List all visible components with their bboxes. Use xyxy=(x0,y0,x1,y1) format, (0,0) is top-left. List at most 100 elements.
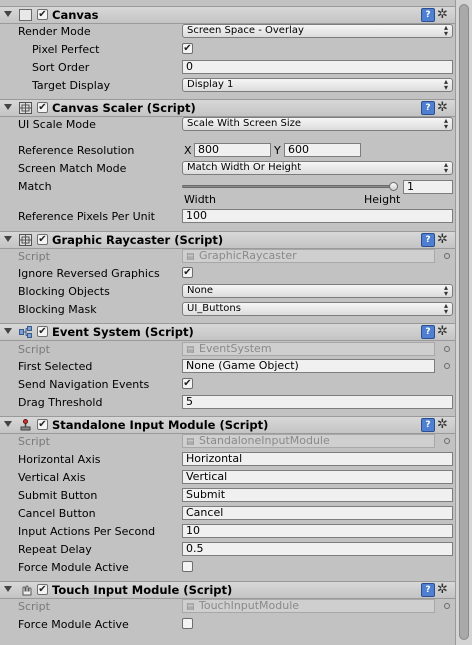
object-picker-icon[interactable] xyxy=(444,363,450,369)
horizontal-axis-field[interactable]: Horizontal xyxy=(182,452,453,466)
event-system-enabled-checkbox[interactable]: ✔ xyxy=(37,326,48,337)
foldout-arrow-icon[interactable] xyxy=(4,11,12,17)
dropdown-arrows-icon: ▴ ▾ xyxy=(443,161,448,175)
touch-input-header[interactable]: ✔ Touch Input Module (Script) ? ✲ xyxy=(0,581,455,599)
graphic-raycaster-enabled-checkbox[interactable]: ✔ xyxy=(37,234,48,245)
canvas-scaler-enabled-checkbox[interactable]: ✔ xyxy=(37,102,48,113)
force-module-active-checkbox[interactable] xyxy=(182,561,193,572)
script-icon: ▤ xyxy=(186,602,195,612)
vertical-axis-field[interactable]: Vertical xyxy=(182,470,453,484)
canvas-component-header[interactable]: ✔ Canvas ? ✲ xyxy=(0,6,455,24)
help-icon[interactable]: ? xyxy=(421,325,435,339)
help-icon[interactable]: ? xyxy=(421,418,435,432)
dropdown-arrows-icon: ▴ ▾ xyxy=(443,24,448,38)
foldout-arrow-icon[interactable] xyxy=(4,236,12,242)
script-field: ▤ EventSystem xyxy=(182,342,435,356)
match-slider-track[interactable] xyxy=(182,185,398,188)
canvas-title: Canvas xyxy=(52,8,99,22)
dropdown-arrows-icon: ▴ ▾ xyxy=(443,284,448,298)
dropdown-arrows-icon: ▴ ▾ xyxy=(443,302,448,316)
first-selected-field[interactable]: None (Game Object) xyxy=(182,359,435,373)
repeat-delay-field[interactable]: 0.5 xyxy=(182,542,453,556)
help-icon[interactable]: ? xyxy=(421,101,435,115)
screen-match-mode-label: Screen Match Mode xyxy=(18,162,127,175)
screen-match-mode-value: Match Width Or Height xyxy=(187,162,302,173)
scrollbar-thumb[interactable] xyxy=(459,4,469,640)
joystick-icon xyxy=(20,419,31,431)
render-mode-dropdown[interactable]: Screen Space - Overlay ▴ ▾ xyxy=(182,24,453,38)
foldout-arrow-icon[interactable] xyxy=(4,421,12,427)
reference-resolution-x-field[interactable]: 800 xyxy=(194,143,271,157)
screen-match-mode-dropdown[interactable]: Match Width Or Height ▴ ▾ xyxy=(182,161,453,175)
object-picker-icon xyxy=(444,603,450,609)
target-display-value: Display 1 xyxy=(187,79,234,90)
script-value: StandaloneInputModule xyxy=(199,434,330,447)
sort-order-label: Sort Order xyxy=(32,61,90,74)
match-value-field[interactable]: 1 xyxy=(403,180,453,194)
input-actions-field[interactable]: 10 xyxy=(182,524,453,538)
canvas-scaler-header[interactable]: ✔ Canvas Scaler (Script) ? ✲ xyxy=(0,99,455,117)
help-icon[interactable]: ? xyxy=(421,583,435,597)
foldout-arrow-icon[interactable] xyxy=(4,328,12,334)
blocking-mask-value: UI_Buttons xyxy=(187,303,241,314)
match-slider-handle[interactable] xyxy=(389,182,398,191)
gear-icon[interactable]: ✲ xyxy=(437,7,448,22)
send-navigation-checkbox[interactable]: ✔ xyxy=(182,378,193,389)
standalone-input-enabled-checkbox[interactable]: ✔ xyxy=(37,419,48,430)
script-label: Script xyxy=(18,600,50,613)
touch-input-enabled-checkbox[interactable]: ✔ xyxy=(37,584,48,595)
reference-resolution-y-field[interactable]: 600 xyxy=(284,143,361,157)
inspector-panel: ✔ Canvas ? ✲ Render Mode Screen Space - … xyxy=(0,0,455,645)
force-module-active-checkbox[interactable] xyxy=(182,618,193,629)
blocking-mask-dropdown[interactable]: UI_Buttons ▴ ▾ xyxy=(182,302,453,316)
blocking-mask-label: Blocking Mask xyxy=(18,303,97,316)
blocking-objects-dropdown[interactable]: None ▴ ▾ xyxy=(182,284,453,298)
ignore-reversed-checkbox[interactable]: ✔ xyxy=(182,267,193,278)
cancel-button-field[interactable]: Cancel xyxy=(182,506,453,520)
y-label: Y xyxy=(274,144,281,157)
first-selected-label: First Selected xyxy=(18,360,93,373)
width-label: Width xyxy=(184,193,216,206)
help-icon[interactable]: ? xyxy=(421,233,435,247)
script-label: Script xyxy=(18,250,50,263)
gear-icon[interactable]: ✲ xyxy=(437,582,448,597)
horizontal-axis-label: Horizontal Axis xyxy=(18,453,101,466)
vertical-axis-label: Vertical Axis xyxy=(18,471,86,484)
submit-button-label: Submit Button xyxy=(18,489,98,502)
reference-resolution-label: Reference Resolution xyxy=(18,144,135,157)
gear-icon[interactable]: ✲ xyxy=(437,417,448,432)
script-value: GraphicRaycaster xyxy=(199,249,297,262)
touch-input-title: Touch Input Module (Script) xyxy=(52,583,233,597)
gear-icon[interactable]: ✲ xyxy=(437,232,448,247)
event-system-header[interactable]: ✔ Event System (Script) ? ✲ xyxy=(0,323,455,341)
gear-icon[interactable]: ✲ xyxy=(437,100,448,115)
ui-scale-mode-dropdown[interactable]: Scale With Screen Size ▴ ▾ xyxy=(182,117,453,131)
render-mode-value: Screen Space - Overlay xyxy=(187,25,304,36)
script-icon: ▤ xyxy=(186,252,195,262)
script-field: ▤ GraphicRaycaster xyxy=(182,249,435,263)
reference-ppu-field[interactable]: 100 xyxy=(182,209,453,223)
sort-order-field[interactable]: 0 xyxy=(182,60,453,74)
script-icon: ▤ xyxy=(186,437,195,447)
foldout-arrow-icon[interactable] xyxy=(4,586,12,592)
script-label: Script xyxy=(18,435,50,448)
help-icon[interactable]: ? xyxy=(421,8,435,22)
blocking-objects-label: Blocking Objects xyxy=(18,285,110,298)
graphic-raycaster-title: Graphic Raycaster (Script) xyxy=(52,233,224,247)
canvas-enabled-checkbox[interactable]: ✔ xyxy=(37,9,48,20)
dropdown-arrows-icon: ▴ ▾ xyxy=(443,117,448,131)
inspector-scrollbar[interactable] xyxy=(455,0,472,645)
foldout-arrow-icon[interactable] xyxy=(4,104,12,110)
canvas-scaler-icon xyxy=(19,102,32,114)
drag-threshold-field[interactable]: 5 xyxy=(182,395,453,409)
target-display-dropdown[interactable]: Display 1 ▴ ▾ xyxy=(182,78,453,92)
gear-icon[interactable]: ✲ xyxy=(437,324,448,339)
pixel-perfect-label: Pixel Perfect xyxy=(32,43,100,56)
standalone-input-header[interactable]: ✔ Standalone Input Module (Script) ? ✲ xyxy=(0,416,455,434)
graphic-raycaster-header[interactable]: ✔ Graphic Raycaster (Script) ? ✲ xyxy=(0,231,455,249)
force-module-active-label: Force Module Active xyxy=(18,561,129,574)
ui-scale-mode-label: UI Scale Mode xyxy=(18,118,96,131)
raycaster-icon xyxy=(19,234,32,246)
pixel-perfect-checkbox[interactable]: ✔ xyxy=(182,43,193,54)
submit-button-field[interactable]: Submit xyxy=(182,488,453,502)
